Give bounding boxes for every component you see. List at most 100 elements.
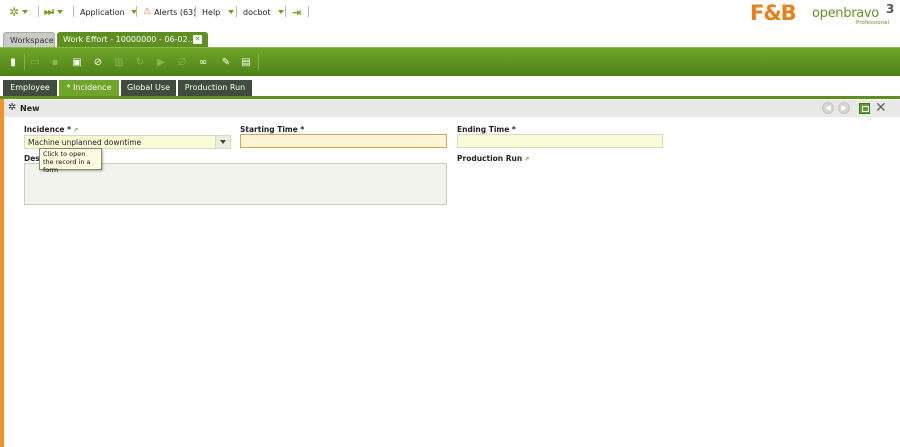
chevron-down-icon (228, 10, 235, 14)
user-name-label: docbot (243, 7, 271, 17)
form-status-bar: ✲ New (4, 100, 900, 117)
toolbar-divider (258, 54, 259, 70)
new-document-button[interactable]: ▮ (7, 55, 19, 69)
save-close-button[interactable]: ▣ (71, 55, 83, 69)
tab-workspace[interactable]: Workspace (3, 32, 55, 48)
save-close-icon: ▣ (72, 56, 82, 68)
link-icon: ∞ (198, 56, 208, 68)
new-row-icon: ▭ (30, 56, 40, 68)
export-button[interactable]: ▶ (155, 55, 167, 69)
tab-work-effort[interactable]: Work Effort - 10000000 - 06-02... ✕ (57, 32, 208, 48)
workspace-menu[interactable]: ✲ (9, 5, 29, 19)
close-tab-icon[interactable]: ✕ (193, 35, 202, 44)
nav-divider (73, 6, 74, 17)
nav-divider (38, 6, 39, 17)
quick-launch-menu[interactable]: ⏭ (44, 5, 63, 18)
form-status-label: New (20, 104, 40, 113)
help-menu-label: Help (202, 7, 221, 17)
tab-workspace-label: Workspace (10, 36, 54, 45)
warning-icon: ⚠ (143, 7, 152, 17)
fast-forward-icon: ⏭ (44, 5, 54, 18)
refresh-button[interactable]: ↻ (134, 55, 146, 69)
tab-incidence[interactable]: * Incidence (59, 80, 119, 96)
active-tab-accent-bar (0, 99, 4, 447)
chevron-down-icon (22, 10, 29, 14)
print-icon: ▤ (241, 56, 251, 68)
audit-trail-button[interactable]: ✎ (220, 55, 232, 69)
close-form-button[interactable]: ✕ (875, 100, 887, 116)
tab-incidence-label: * Incidence (66, 83, 112, 92)
chevron-down-icon (278, 10, 285, 14)
toolbar-divider (24, 54, 25, 70)
link-arrow-icon[interactable]: ↗ (524, 156, 529, 163)
production-run-label-wrap: Production Run ↗ (457, 154, 529, 163)
nav-divider (236, 6, 237, 17)
production-run-label: Production Run (457, 154, 523, 163)
next-record-button[interactable]: ▶ (838, 102, 850, 114)
openbravo-logo: openbravo 3 Professional (812, 2, 896, 26)
tab-employee-label: Employee (10, 83, 50, 92)
attachment-button[interactable]: ∅ (176, 55, 188, 69)
nav-divider (285, 6, 286, 17)
product-logo-text: openbravo (812, 6, 879, 21)
top-navbar: ✲ ⏭ Application ⚠ Alerts (63) Help docbo… (0, 0, 900, 28)
trash-icon: ▥ (114, 56, 124, 68)
logout-icon: ⇥ (292, 5, 302, 19)
link-arrow-icon[interactable]: ↗ (73, 127, 78, 134)
tab-work-effort-label: Work Effort - 10000000 - 06-02... (63, 35, 196, 44)
form-toolbar: ▮ ▭ ▪ ▣ ⊘ ▥ ↻ ▶ ∅ ∞ ✎ ▤ (0, 47, 900, 76)
arrow-left-icon: ◀ (825, 104, 831, 112)
help-menu[interactable]: Help (202, 6, 235, 18)
arrow-right-icon: ▶ (841, 104, 847, 112)
tab-production-run-label: Production Run (184, 83, 246, 92)
undo-button[interactable]: ⊘ (92, 55, 104, 69)
cancel-icon: ⊘ (93, 56, 103, 68)
save-icon: ▪ (51, 56, 59, 68)
nav-divider (136, 6, 137, 17)
application-menu-label: Application (80, 7, 125, 17)
star-icon: ✲ (9, 5, 20, 19)
customer-logo-text: F&B (750, 1, 797, 25)
tools-icon: ✎ (221, 56, 231, 68)
link-button[interactable]: ∞ (197, 55, 209, 69)
incidence-label-wrap: Incidence * ↗ (24, 125, 78, 134)
new-document-icon: ▮ (10, 56, 16, 68)
incidence-select[interactable]: Machine unplanned downtime (24, 135, 231, 149)
previous-record-button[interactable]: ◀ (822, 102, 834, 114)
product-version: 3 (886, 2, 895, 16)
export-icon: ▶ (157, 56, 165, 68)
ending-time-input[interactable] (457, 134, 663, 148)
alerts-label: Alerts (63) (154, 7, 197, 17)
close-icon: ✕ (875, 100, 887, 116)
chevron-down-icon[interactable] (215, 136, 230, 148)
child-tab-bar: Employee * Incidence Global Use Producti… (0, 76, 900, 99)
maximize-form-button[interactable] (859, 103, 870, 114)
user-profile-menu[interactable]: docbot (243, 6, 285, 18)
tooltip: Click to open the record in a form (39, 148, 102, 174)
starting-time-label: Starting Time * (240, 125, 305, 134)
logout-button[interactable]: ⇥ (292, 5, 302, 19)
incidence-value: Machine unplanned downtime (28, 138, 142, 147)
tab-global-use[interactable]: Global Use (121, 80, 176, 96)
tab-production-run[interactable]: Production Run (178, 80, 252, 96)
refresh-icon: ↻ (135, 56, 145, 68)
ending-time-label: Ending Time * (457, 125, 516, 134)
edition-label: Professional (856, 20, 890, 26)
delete-button[interactable]: ▥ (113, 55, 125, 69)
nav-divider (195, 6, 196, 17)
alerts-link[interactable]: ⚠ Alerts (63) (143, 6, 196, 18)
chevron-down-icon (56, 10, 63, 14)
application-menu[interactable]: Application (80, 6, 137, 18)
description-label: Des (24, 154, 40, 163)
new-row-button[interactable]: ▭ (29, 55, 41, 69)
tab-global-use-label: Global Use (126, 83, 170, 92)
new-record-icon: ✲ (8, 102, 17, 113)
incidence-label: Incidence * (24, 125, 72, 134)
print-button[interactable]: ▤ (240, 55, 252, 69)
paperclip-icon: ∅ (177, 56, 187, 68)
save-button[interactable]: ▪ (49, 55, 61, 69)
nav-divider (308, 6, 309, 17)
window-tab-bar: Workspace Work Effort - 10000000 - 06-02… (0, 28, 900, 48)
starting-time-input[interactable] (240, 134, 447, 148)
tab-employee[interactable]: Employee (3, 80, 57, 96)
